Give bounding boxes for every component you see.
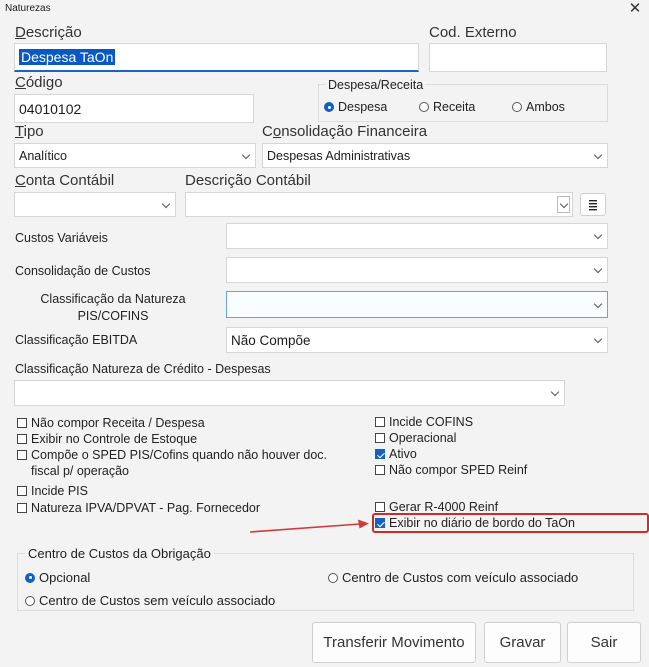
- conta-contabil-label: Conta Contábil: [15, 172, 115, 189]
- consolidacao-custos-label: Consolidação de Custos: [15, 264, 151, 278]
- radio-ambos-indicator[interactable]: [512, 102, 522, 112]
- checkbox-indicator[interactable]: [375, 449, 385, 459]
- chevron-down-icon: [593, 300, 603, 310]
- classificacao-pis-label: Classificação da Natureza PIS/COFINS: [40, 292, 186, 323]
- classificacao-ebitda-value: Não Compõe: [231, 332, 311, 348]
- list-button[interactable]: [580, 193, 606, 216]
- cod-externo-input[interactable]: [429, 43, 607, 72]
- chk-exibir-diario-bordo[interactable]: Exibir no diário de bordo do TaOn: [375, 516, 575, 530]
- consolidacao-financeira-value: Despesas Administrativas: [267, 148, 411, 163]
- radio-receita[interactable]: Receita: [419, 100, 475, 114]
- chk-nao-compor-receita[interactable]: Não compor Receita / Despesa: [17, 416, 205, 430]
- checkbox-indicator[interactable]: [375, 465, 385, 475]
- list-icon: [589, 199, 597, 210]
- cod-externo-label: Cod. Externo: [429, 24, 517, 41]
- arrow-annotation-icon: [249, 519, 369, 533]
- radio-opcional[interactable]: Opcional: [25, 570, 90, 585]
- close-icon[interactable]: ✕: [626, 0, 644, 18]
- window-title: Naturezas: [5, 3, 51, 14]
- checkbox-indicator[interactable]: [17, 418, 27, 428]
- chk-incide-pis[interactable]: Incide PIS: [17, 484, 88, 498]
- custos-variaveis-label: Custos Variáveis: [15, 231, 108, 245]
- conta-contabil-select[interactable]: [14, 192, 176, 217]
- chk-exibir-controle-estoque[interactable]: Exibir no Controle de Estoque: [17, 432, 197, 446]
- radio-despesa[interactable]: Despesa: [324, 100, 387, 114]
- checkbox-indicator[interactable]: [375, 417, 385, 427]
- chk-ativo[interactable]: Ativo: [375, 447, 417, 461]
- descricao-label: Descrição: [15, 24, 82, 41]
- radio-ambos[interactable]: Ambos: [512, 100, 565, 114]
- checkbox-indicator[interactable]: [17, 450, 27, 460]
- consolidacao-financeira-select[interactable]: Despesas Administrativas: [262, 143, 608, 168]
- classificacao-ebitda-label: Classificação EBITDA: [15, 333, 138, 347]
- tipo-label: Tipo: [15, 123, 44, 140]
- checkbox-indicator[interactable]: [17, 434, 27, 444]
- centro-custos-label: Centro de Custos da Obrigação: [25, 546, 214, 561]
- radio-opcional-indicator[interactable]: [25, 572, 35, 583]
- checkbox-indicator[interactable]: [375, 518, 385, 528]
- chk-compoe-sped-line2: fiscal p/ operação: [31, 464, 129, 478]
- codigo-value: 04010102: [19, 100, 82, 117]
- descricao-contabil-select[interactable]: [185, 192, 573, 217]
- sair-button[interactable]: Sair: [567, 622, 641, 663]
- radio-sem-veiculo-indicator[interactable]: [25, 595, 35, 606]
- classificacao-credito-select[interactable]: [14, 380, 565, 406]
- chk-incide-cofins[interactable]: Incide COFINS: [375, 415, 473, 429]
- chevron-down-icon: [593, 265, 603, 275]
- gravar-button[interactable]: Gravar: [484, 622, 561, 663]
- chevron-down-icon: [559, 200, 569, 210]
- chevron-down-icon: [241, 151, 251, 161]
- checkbox-indicator[interactable]: [17, 503, 27, 513]
- despesa-receita-label: Despesa/Receita: [326, 78, 426, 92]
- descricao-input[interactable]: Despesa TaOn: [14, 43, 419, 72]
- chk-compoe-sped[interactable]: Compõe o SPED PIS/Cofins quando não houv…: [17, 448, 327, 462]
- codigo-input[interactable]: 04010102: [14, 94, 254, 123]
- chevron-down-icon: [593, 231, 603, 241]
- tipo-select[interactable]: Analítico: [14, 143, 256, 168]
- transferir-movimento-button[interactable]: Transferir Movimento: [312, 622, 476, 663]
- tipo-value: Analítico: [19, 148, 67, 163]
- chevron-down-icon: [593, 335, 603, 345]
- consolidacao-custos-select[interactable]: [226, 257, 608, 283]
- chevron-down-icon: [593, 151, 603, 161]
- descricao-value: Despesa TaOn: [19, 49, 116, 65]
- descricao-contabil-label: Descrição Contábil: [185, 172, 311, 189]
- chevron-down-icon: [550, 388, 560, 398]
- chk-natureza-ipva[interactable]: Natureza IPVA/DPVAT - Pag. Fornecedor: [17, 501, 260, 515]
- radio-despesa-indicator[interactable]: [324, 102, 334, 112]
- codigo-label: Código: [15, 74, 63, 91]
- radio-com-veiculo[interactable]: Centro de Custos com veículo associado: [328, 570, 578, 585]
- radio-sem-veiculo[interactable]: Centro de Custos sem veículo associado: [25, 593, 275, 608]
- classificacao-ebitda-select[interactable]: Não Compõe: [226, 327, 608, 353]
- chk-nao-compor-sped-reinf[interactable]: Não compor SPED Reinf: [375, 463, 527, 477]
- chk-operacional[interactable]: Operacional: [375, 431, 456, 445]
- consolidacao-financeira-label: Consolidação Financeira: [262, 123, 428, 140]
- classificacao-credito-label: Classificação Natureza de Crédito - Desp…: [15, 362, 271, 376]
- radio-com-veiculo-indicator[interactable]: [328, 572, 338, 583]
- chk-gerar-r4000[interactable]: Gerar R-4000 Reinf: [375, 500, 498, 514]
- chevron-down-icon: [161, 200, 171, 210]
- radio-receita-indicator[interactable]: [419, 102, 429, 112]
- checkbox-indicator[interactable]: [17, 486, 27, 496]
- checkbox-indicator[interactable]: [375, 433, 385, 443]
- checkbox-indicator[interactable]: [375, 502, 385, 512]
- dropdown-button[interactable]: [557, 196, 570, 213]
- classificacao-pis-select[interactable]: [226, 291, 608, 318]
- custos-variaveis-select[interactable]: [226, 223, 608, 249]
